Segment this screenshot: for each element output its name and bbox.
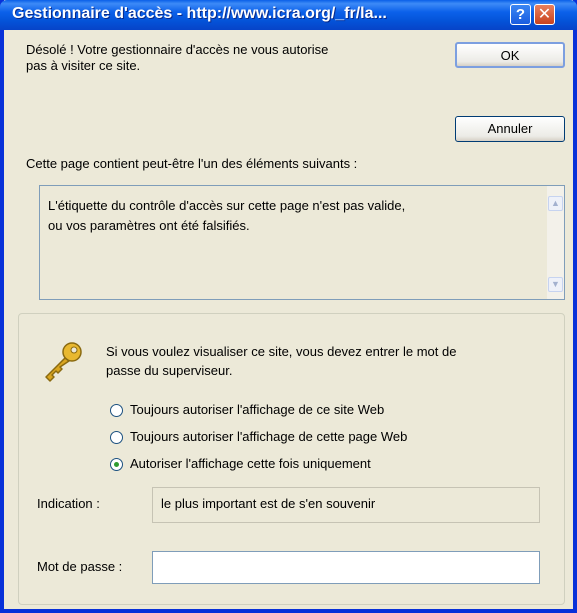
password-label: Mot de passe : <box>37 559 123 574</box>
reasons-text: L'étiquette du contrôle d'accès sur cett… <box>48 198 406 233</box>
title-bar[interactable]: Gestionnaire d'accès - http://www.icra.o… <box>0 0 577 30</box>
denied-message: Désolé ! Votre gestionnaire d'accès ne v… <box>26 42 329 73</box>
hint-field: le plus important est de s'en souvenir <box>152 487 540 523</box>
supervisor-text: Si vous voulez visualiser ce site, vous … <box>106 344 457 378</box>
ok-button[interactable]: OK <box>455 42 565 68</box>
hint-label: Indication : <box>37 496 100 511</box>
password-input[interactable] <box>152 551 540 584</box>
scrollbar[interactable]: ▲ ▼ <box>547 186 564 299</box>
cancel-button[interactable]: Annuler <box>455 116 565 142</box>
option-always-site-label[interactable]: Toujours autoriser l'affichage de ce sit… <box>130 402 384 417</box>
reasons-label: Cette page contient peut-être l'un des é… <box>26 156 358 171</box>
key-icon <box>45 342 82 382</box>
scroll-down-icon[interactable]: ▼ <box>548 277 563 292</box>
option-always-page-label[interactable]: Toujours autoriser l'affichage de cette … <box>130 429 407 444</box>
radio-selected-dot <box>114 462 119 467</box>
radio-always-site[interactable] <box>110 404 123 417</box>
radio-this-time-only[interactable] <box>110 458 123 471</box>
radio-always-page[interactable] <box>110 431 123 444</box>
window-title: Gestionnaire d'accès - http://www.icra.o… <box>12 5 387 22</box>
hint-value: le plus important est de s'en souvenir <box>161 496 376 511</box>
scroll-up-icon[interactable]: ▲ <box>548 196 563 211</box>
reasons-textbox[interactable]: L'étiquette du contrôle d'accès sur cett… <box>39 185 565 300</box>
close-button[interactable]: ✕ <box>534 4 555 25</box>
help-button[interactable]: ? <box>510 4 531 25</box>
option-this-time-only-label[interactable]: Autoriser l'affichage cette fois uniquem… <box>130 456 371 471</box>
